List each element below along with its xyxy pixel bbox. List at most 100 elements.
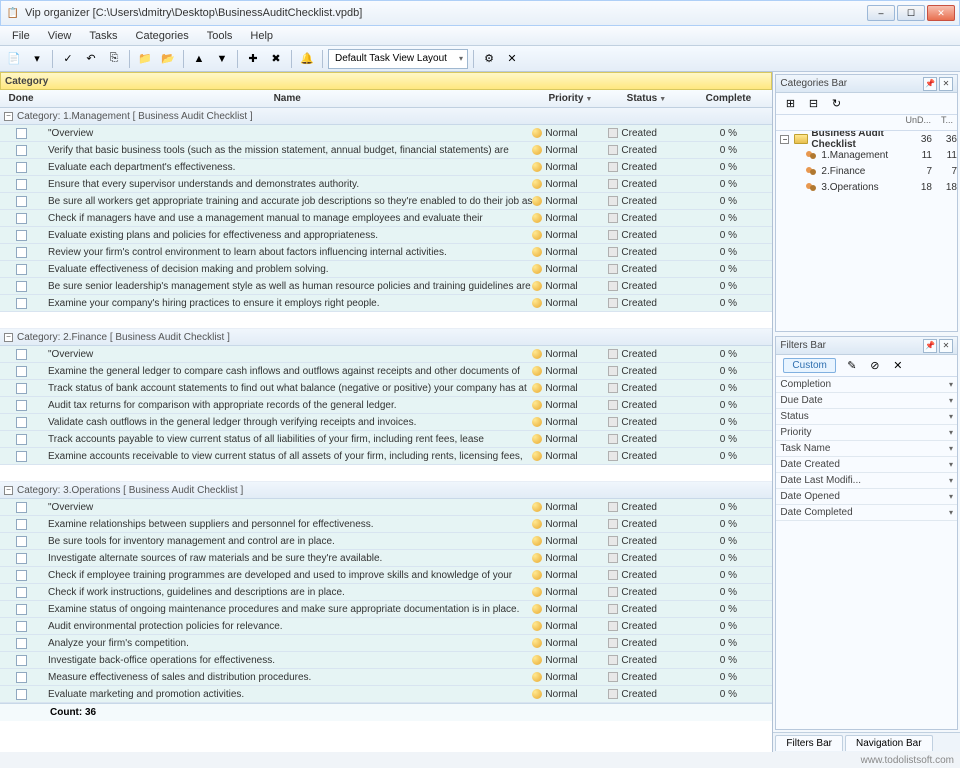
done-checkbox[interactable] xyxy=(16,621,27,632)
panel-pin-icon[interactable]: 📌 xyxy=(923,77,937,91)
task-row[interactable]: Verify that basic business tools (such a… xyxy=(0,142,772,159)
categories-tree[interactable]: −Business Audit Checklist36361.Managemen… xyxy=(776,131,957,331)
panel-close-icon[interactable]: ✕ xyxy=(939,339,953,353)
done-checkbox[interactable] xyxy=(16,451,27,462)
panel-pin-icon[interactable]: 📌 xyxy=(923,339,937,353)
chevron-down-icon[interactable]: ▾ xyxy=(949,428,953,437)
task-grid[interactable]: −Category: 1.Management [ Business Audit… xyxy=(0,108,772,752)
task-row[interactable]: Be sure senior leadership's management s… xyxy=(0,278,772,295)
chevron-down-icon[interactable]: ▼ xyxy=(585,96,592,103)
tree-expand-icon[interactable]: ⊞ xyxy=(780,94,800,114)
menu-file[interactable]: File xyxy=(4,28,38,44)
tree-col-undone[interactable]: UnD... xyxy=(903,115,931,130)
filter-field[interactable]: Date Created▾ xyxy=(776,457,957,473)
done-checkbox[interactable] xyxy=(16,247,27,258)
filter-delete-icon[interactable]: ✕ xyxy=(888,356,908,376)
undo-icon[interactable]: ↶ xyxy=(81,49,101,69)
minimize-button[interactable]: – xyxy=(867,5,895,21)
done-checkbox[interactable] xyxy=(16,570,27,581)
done-checkbox[interactable] xyxy=(16,298,27,309)
folder-open-icon[interactable]: 📂 xyxy=(158,49,178,69)
col-done[interactable]: Done xyxy=(0,93,42,104)
filter-clear-icon[interactable]: ⊘ xyxy=(865,356,885,376)
layout-select[interactable]: Default Task View Layout xyxy=(328,49,468,69)
task-row[interactable]: Ensure that every supervisor understands… xyxy=(0,176,772,193)
menu-categories[interactable]: Categories xyxy=(128,28,197,44)
tree-item[interactable]: 3.Operations1818 xyxy=(776,179,957,195)
done-checkbox[interactable] xyxy=(16,213,27,224)
chevron-down-icon[interactable]: ▾ xyxy=(949,476,953,485)
move-down-icon[interactable]: ▼ xyxy=(212,49,232,69)
menu-tasks[interactable]: Tasks xyxy=(81,28,125,44)
task-row[interactable]: Evaluate effectiveness of decision makin… xyxy=(0,261,772,278)
tree-collapse-icon[interactable]: ⊟ xyxy=(803,94,823,114)
filter-field[interactable]: Date Opened▾ xyxy=(776,489,957,505)
task-row[interactable]: Evaluate existing plans and policies for… xyxy=(0,227,772,244)
task-row[interactable]: "OverviewNormalCreated0 % xyxy=(0,346,772,363)
tree-col-total[interactable]: T... xyxy=(931,115,953,130)
tree-item[interactable]: −Business Audit Checklist3636 xyxy=(776,131,957,147)
task-row[interactable]: "OverviewNormalCreated0 % xyxy=(0,499,772,516)
task-row[interactable]: Examine the general ledger to compare ca… xyxy=(0,363,772,380)
chevron-down-icon[interactable]: ▾ xyxy=(949,380,953,389)
task-row[interactable]: Be sure all workers get appropriate trai… xyxy=(0,193,772,210)
task-add-icon[interactable]: ✚ xyxy=(243,49,263,69)
col-priority[interactable]: Priority▼ xyxy=(532,93,608,104)
task-row[interactable]: Evaluate marketing and promotion activit… xyxy=(0,686,772,703)
done-checkbox[interactable] xyxy=(16,604,27,615)
chevron-down-icon[interactable]: ▼ xyxy=(659,96,666,103)
done-checkbox[interactable] xyxy=(16,638,27,649)
done-checkbox[interactable] xyxy=(16,281,27,292)
tab-filters-bar[interactable]: Filters Bar xyxy=(775,735,843,751)
done-checkbox[interactable] xyxy=(16,536,27,547)
task-row[interactable]: Audit environmental protection policies … xyxy=(0,618,772,635)
move-up-icon[interactable]: ▲ xyxy=(189,49,209,69)
done-checkbox[interactable] xyxy=(16,179,27,190)
task-row[interactable]: Investigate back-office operations for e… xyxy=(0,652,772,669)
copy-icon[interactable]: ⎘ xyxy=(104,49,124,69)
done-checkbox[interactable] xyxy=(16,196,27,207)
task-row[interactable]: Examine status of ongoing maintenance pr… xyxy=(0,601,772,618)
done-checkbox[interactable] xyxy=(16,230,27,241)
chevron-down-icon[interactable]: ▾ xyxy=(949,460,953,469)
done-checkbox[interactable] xyxy=(16,128,27,139)
done-checkbox[interactable] xyxy=(16,366,27,377)
task-row[interactable]: Evaluate each department's effectiveness… xyxy=(0,159,772,176)
tree-item[interactable]: 2.Finance77 xyxy=(776,163,957,179)
done-checkbox[interactable] xyxy=(16,519,27,530)
task-row[interactable]: Check if work instructions, guidelines a… xyxy=(0,584,772,601)
new-icon[interactable]: 📄 xyxy=(4,49,24,69)
clear-icon[interactable]: ✕ xyxy=(502,49,522,69)
done-checkbox[interactable] xyxy=(16,162,27,173)
task-row[interactable]: Review your firm's control environment t… xyxy=(0,244,772,261)
chevron-down-icon[interactable]: ▾ xyxy=(949,508,953,517)
filter-field[interactable]: Date Last Modifi...▾ xyxy=(776,473,957,489)
filter-edit-icon[interactable]: ✎ xyxy=(842,356,862,376)
expand-icon[interactable]: − xyxy=(780,135,789,144)
chevron-down-icon[interactable]: ▾ xyxy=(949,396,953,405)
task-delete-icon[interactable]: ✖ xyxy=(266,49,286,69)
task-row[interactable]: Measure effectiveness of sales and distr… xyxy=(0,669,772,686)
reminder-icon[interactable]: 🔔 xyxy=(297,49,317,69)
task-row[interactable]: Examine your company's hiring practices … xyxy=(0,295,772,312)
group-header[interactable]: −Category: 1.Management [ Business Audit… xyxy=(0,108,772,125)
tab-navigation-bar[interactable]: Navigation Bar xyxy=(845,735,933,751)
task-row[interactable]: Examine relationships between suppliers … xyxy=(0,516,772,533)
done-checkbox[interactable] xyxy=(16,587,27,598)
chevron-down-icon[interactable]: ▾ xyxy=(949,492,953,501)
done-checkbox[interactable] xyxy=(16,672,27,683)
task-row[interactable]: Check if managers have and use a managem… xyxy=(0,210,772,227)
filter-field[interactable]: Completion▾ xyxy=(776,377,957,393)
custom-filter-chip[interactable]: Custom xyxy=(783,358,835,373)
done-checkbox[interactable] xyxy=(16,553,27,564)
done-checkbox[interactable] xyxy=(16,264,27,275)
tree-item[interactable]: 1.Management1111 xyxy=(776,147,957,163)
col-complete[interactable]: Complete xyxy=(684,93,772,104)
new-dropdown-icon[interactable]: ▾ xyxy=(27,49,47,69)
col-name[interactable]: Name xyxy=(42,93,532,104)
group-header[interactable]: −Category: 2.Finance [ Business Audit Ch… xyxy=(0,329,772,346)
done-checkbox[interactable] xyxy=(16,502,27,513)
filter-field[interactable]: Date Completed▾ xyxy=(776,505,957,521)
done-checkbox[interactable] xyxy=(16,689,27,700)
done-checkbox[interactable] xyxy=(16,655,27,666)
